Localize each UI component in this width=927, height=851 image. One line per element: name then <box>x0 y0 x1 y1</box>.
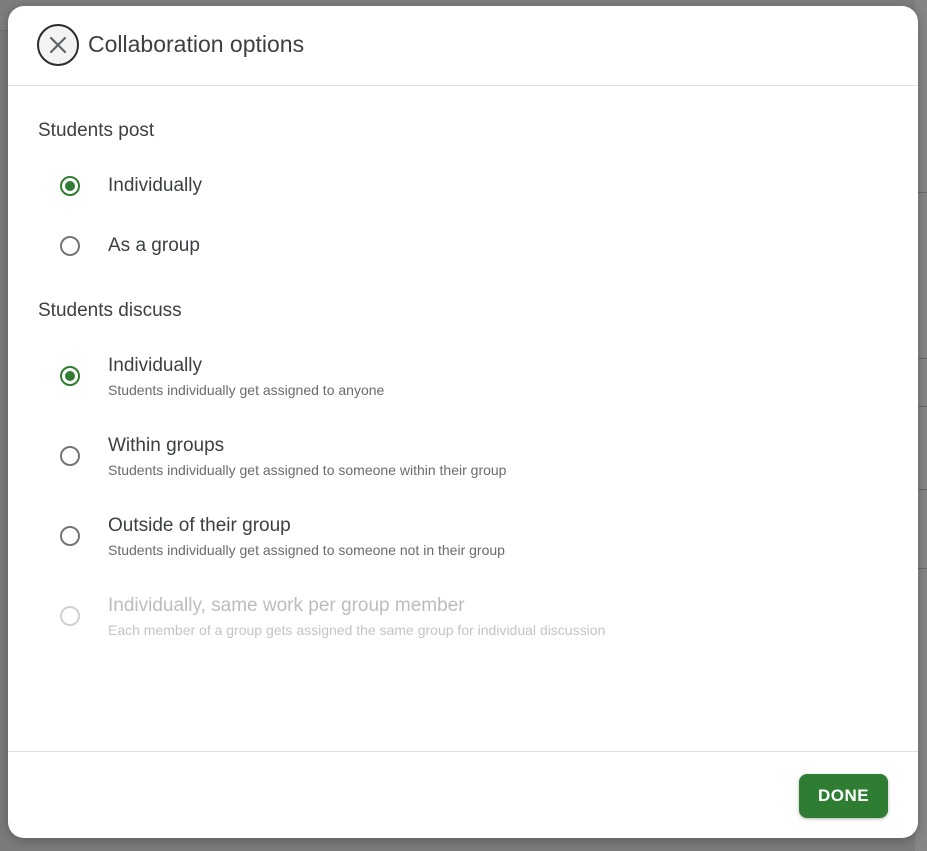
post-option-label: As a group <box>108 235 200 256</box>
discuss-option-label: Individually <box>108 355 202 376</box>
done-button[interactable]: DONE <box>799 774 888 818</box>
collaboration-options-dialog: Collaboration options Students post Indi… <box>8 6 918 838</box>
radio-button[interactable] <box>60 446 80 466</box>
post-option-label: Individually <box>108 175 202 196</box>
students-discuss-label: Students discuss <box>38 300 182 321</box>
radio-button-checked[interactable] <box>60 176 80 196</box>
discuss-option-description: Students individually get assigned to an… <box>108 382 385 398</box>
radio-button[interactable] <box>60 526 80 546</box>
dialog-footer: DONE <box>8 751 918 838</box>
radio-button-disabled <box>60 606 80 626</box>
discuss-option-label: Within groups <box>108 435 225 456</box>
dialog-title: Collaboration options <box>88 31 305 57</box>
discuss-option-description: Each member of a group gets assigned the… <box>108 622 606 638</box>
dialog-header: Collaboration options <box>8 6 918 86</box>
discuss-option-description: Students individually get assigned to so… <box>108 462 507 478</box>
discuss-option-label: Outside of their group <box>108 515 291 536</box>
discuss-option-description: Students individually get assigned to so… <box>108 542 505 558</box>
discuss-option-outside-of-their-group[interactable]: Outside of their group Students individu… <box>58 514 758 562</box>
discuss-option-label: Individually, same work per group member <box>108 595 465 616</box>
discuss-option-same-work-per-group-member: Individually, same work per group member… <box>58 594 758 642</box>
close-icon <box>49 36 67 54</box>
radio-button-checked[interactable] <box>60 366 80 386</box>
radio-button[interactable] <box>60 236 80 256</box>
post-option-individually[interactable]: Individually <box>58 174 758 202</box>
close-button[interactable] <box>37 24 79 66</box>
discuss-option-within-groups[interactable]: Within groups Students individually get … <box>58 434 758 482</box>
discuss-option-individually[interactable]: Individually Students individually get a… <box>58 354 758 402</box>
post-option-as-a-group[interactable]: As a group <box>58 234 758 262</box>
students-post-label: Students post <box>38 120 155 141</box>
